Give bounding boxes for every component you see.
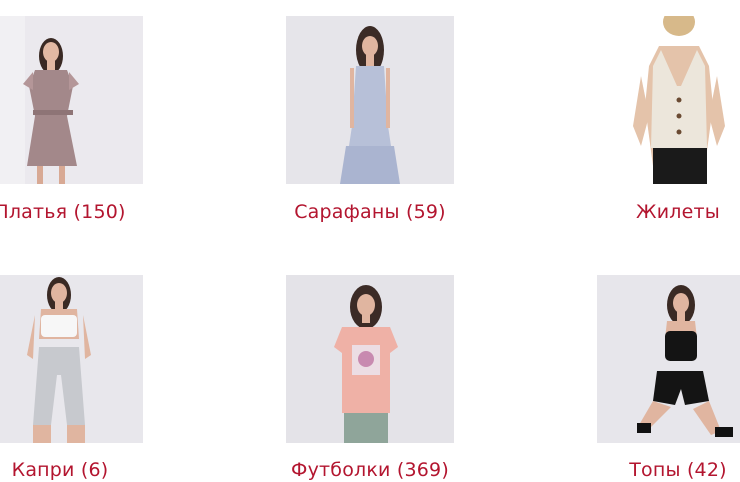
sundress-photo[interactable] — [286, 16, 454, 184]
tshirt-photo[interactable] — [286, 275, 454, 443]
category-label-vests[interactable]: Жилеты — [528, 200, 740, 224]
dress-photo[interactable] — [0, 16, 143, 184]
category-label-tops[interactable]: Топы (42) — [528, 458, 740, 482]
category-label-capri[interactable]: Капри (6) — [0, 458, 210, 482]
capri-photo[interactable] — [0, 275, 143, 443]
category-label-dresses[interactable]: Платья (150) — [0, 200, 210, 224]
category-label-tshirts[interactable]: Футболки (369) — [220, 458, 520, 482]
category-label-sundresses[interactable]: Сарафаны (59) — [220, 200, 520, 224]
top-photo[interactable] — [597, 275, 740, 443]
vest-photo[interactable] — [597, 16, 740, 184]
